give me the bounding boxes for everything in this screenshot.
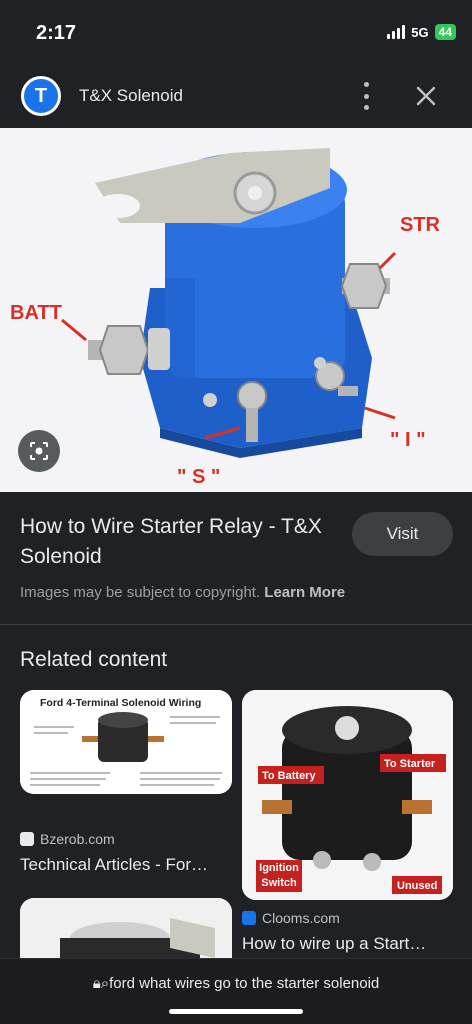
- related-card-title-2[interactable]: How to wire up a Start…: [242, 934, 426, 954]
- label-to-starter: To Starter: [384, 758, 436, 770]
- lock-icon: 🔒︎: [92, 975, 101, 992]
- visit-button[interactable]: Visit: [352, 512, 453, 556]
- address-bar[interactable]: 🔒︎⌕ford what wires go to the starter sol…: [0, 958, 472, 1024]
- signal-icon: [387, 25, 406, 39]
- related-card-image-1[interactable]: Ford 4-Terminal Solenoid Wiring: [20, 690, 232, 794]
- label-to-battery: To Battery: [262, 770, 316, 782]
- viewer-header: T T&X Solenoid: [0, 66, 472, 128]
- divider: [0, 624, 472, 625]
- home-indicator: [169, 1009, 303, 1014]
- result-header: How to Wire Starter Relay - T&X Solenoid…: [20, 512, 460, 572]
- label-ignition: Ignition Switch: [259, 862, 299, 889]
- site-logo: T: [21, 76, 61, 116]
- related-card-image-2[interactable]: To Battery To Starter Ignition Switch Un…: [242, 690, 453, 900]
- solenoid-image: STR BATT " S " " I ": [10, 148, 441, 488]
- related-card-source-2: Clooms.com: [242, 910, 340, 926]
- copyright-notice: Images may be subject to copyright. Lear…: [20, 584, 346, 601]
- favicon-icon: [20, 832, 34, 846]
- site-title[interactable]: T&X Solenoid: [79, 86, 183, 106]
- search-icon: ⌕: [100, 975, 110, 992]
- label-batt: BATT: [10, 302, 62, 324]
- status-bar: 2:17 5G 44: [0, 0, 472, 66]
- related-card-title-1[interactable]: Technical Articles - For…: [20, 855, 208, 875]
- label-i: " I ": [390, 429, 426, 451]
- label-s: " S ": [177, 466, 220, 488]
- status-icons: 5G 44: [387, 24, 456, 40]
- main-image[interactable]: STR BATT " S " " I ": [0, 128, 472, 492]
- label-unused: Unused: [397, 880, 437, 892]
- address-url[interactable]: 🔒︎⌕ford what wires go to the starter sol…: [0, 975, 472, 992]
- clock: 2:17: [36, 22, 77, 44]
- related-heading: Related content: [20, 648, 168, 671]
- result-title[interactable]: How to Wire Starter Relay - T&X Solenoid: [20, 512, 330, 572]
- learn-more-link[interactable]: Learn More: [264, 584, 345, 601]
- lens-search-icon[interactable]: [18, 430, 60, 472]
- network-label: 5G: [411, 24, 429, 40]
- favicon-icon: [242, 911, 256, 925]
- card-image-title: Ford 4-Terminal Solenoid Wiring: [40, 697, 201, 709]
- battery-icon: 44: [434, 24, 456, 40]
- more-options-icon[interactable]: [356, 82, 376, 110]
- close-icon[interactable]: [412, 82, 440, 110]
- related-card-source-1: Bzerob.com: [20, 831, 115, 847]
- label-str: STR: [400, 214, 441, 236]
